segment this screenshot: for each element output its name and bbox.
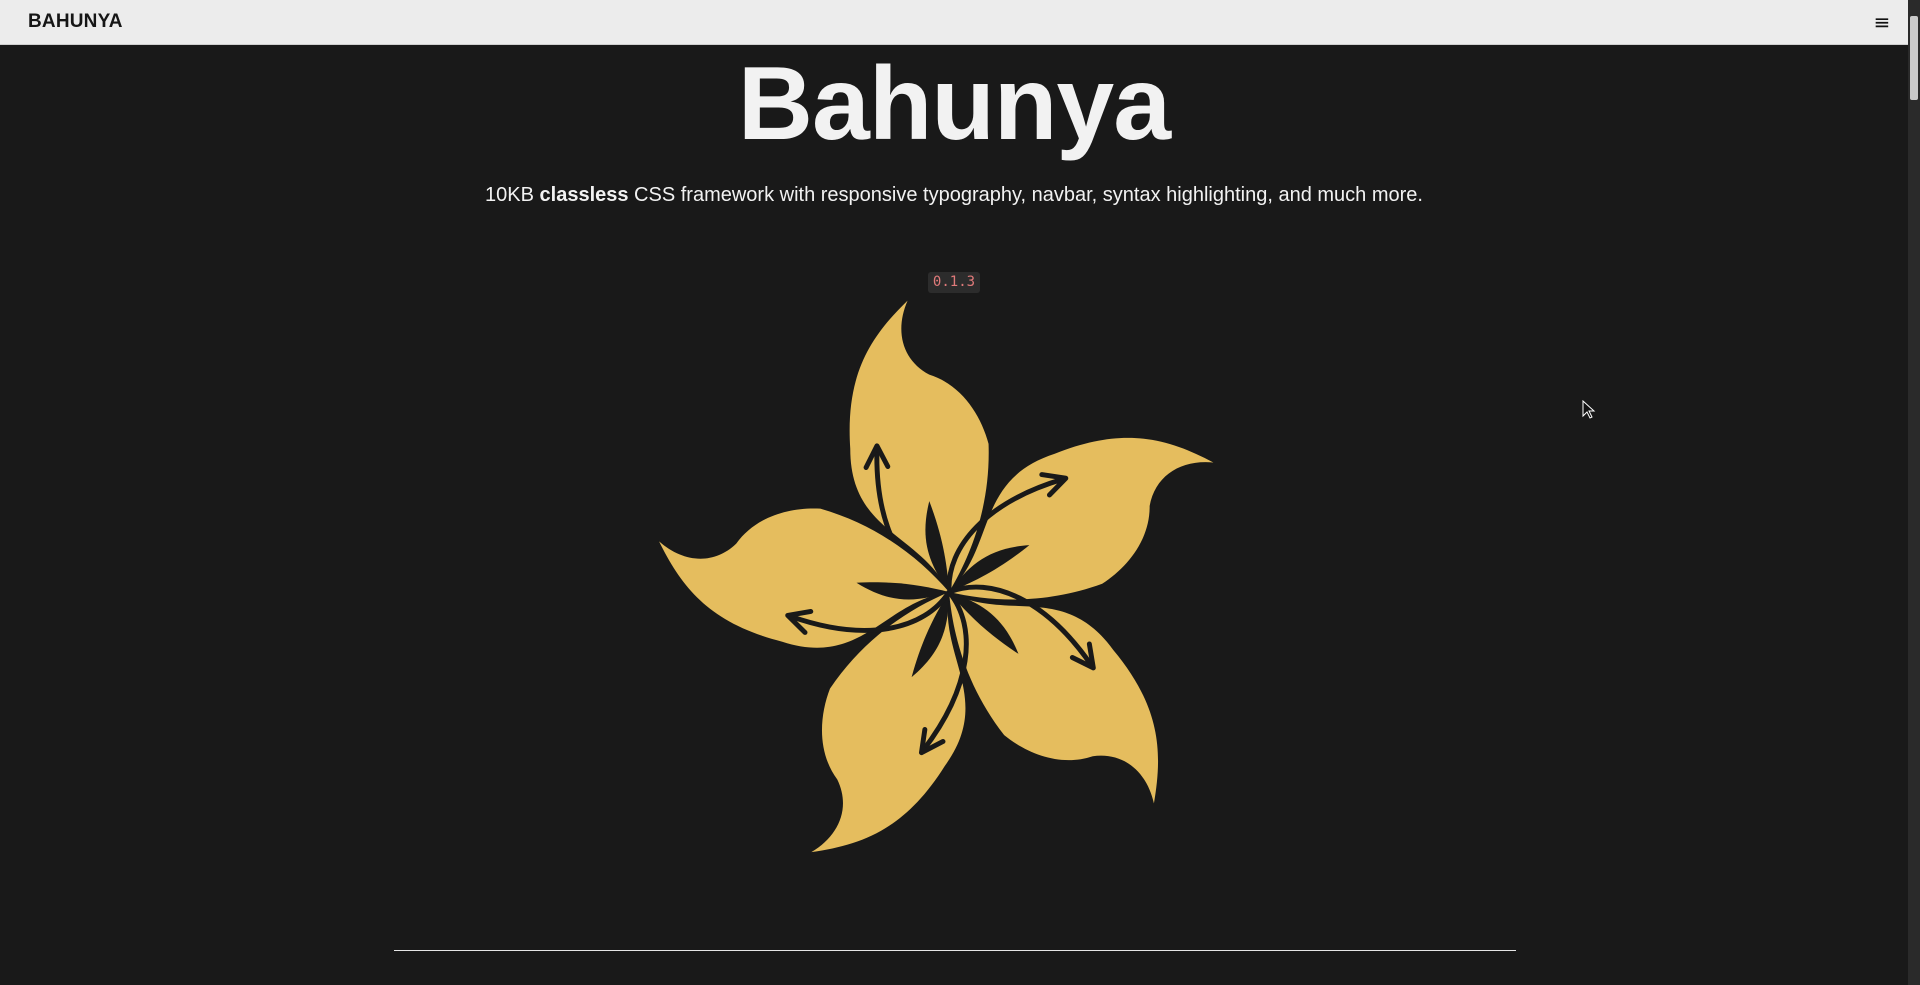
- bauhinia-flower-icon: [627, 300, 1279, 896]
- tagline-bold: classless: [539, 184, 629, 206]
- scrollbar-thumb[interactable]: [1910, 16, 1918, 100]
- divider: [394, 950, 1516, 951]
- brand-link[interactable]: BAHUNYA: [28, 11, 123, 33]
- hamburger-menu-icon[interactable]: ≡: [1872, 12, 1892, 32]
- tagline: 10KB classless CSS framework with respon…: [0, 180, 1908, 211]
- scrollbar[interactable]: [1908, 0, 1920, 985]
- navbar: BAHUNYA ≡: [0, 0, 1920, 45]
- tagline-suffix: CSS framework with responsive typography…: [628, 184, 1423, 206]
- tagline-prefix: 10KB: [485, 184, 540, 206]
- page-title: Bahunya: [737, 46, 1171, 162]
- mouse-cursor-icon: [1582, 400, 1596, 419]
